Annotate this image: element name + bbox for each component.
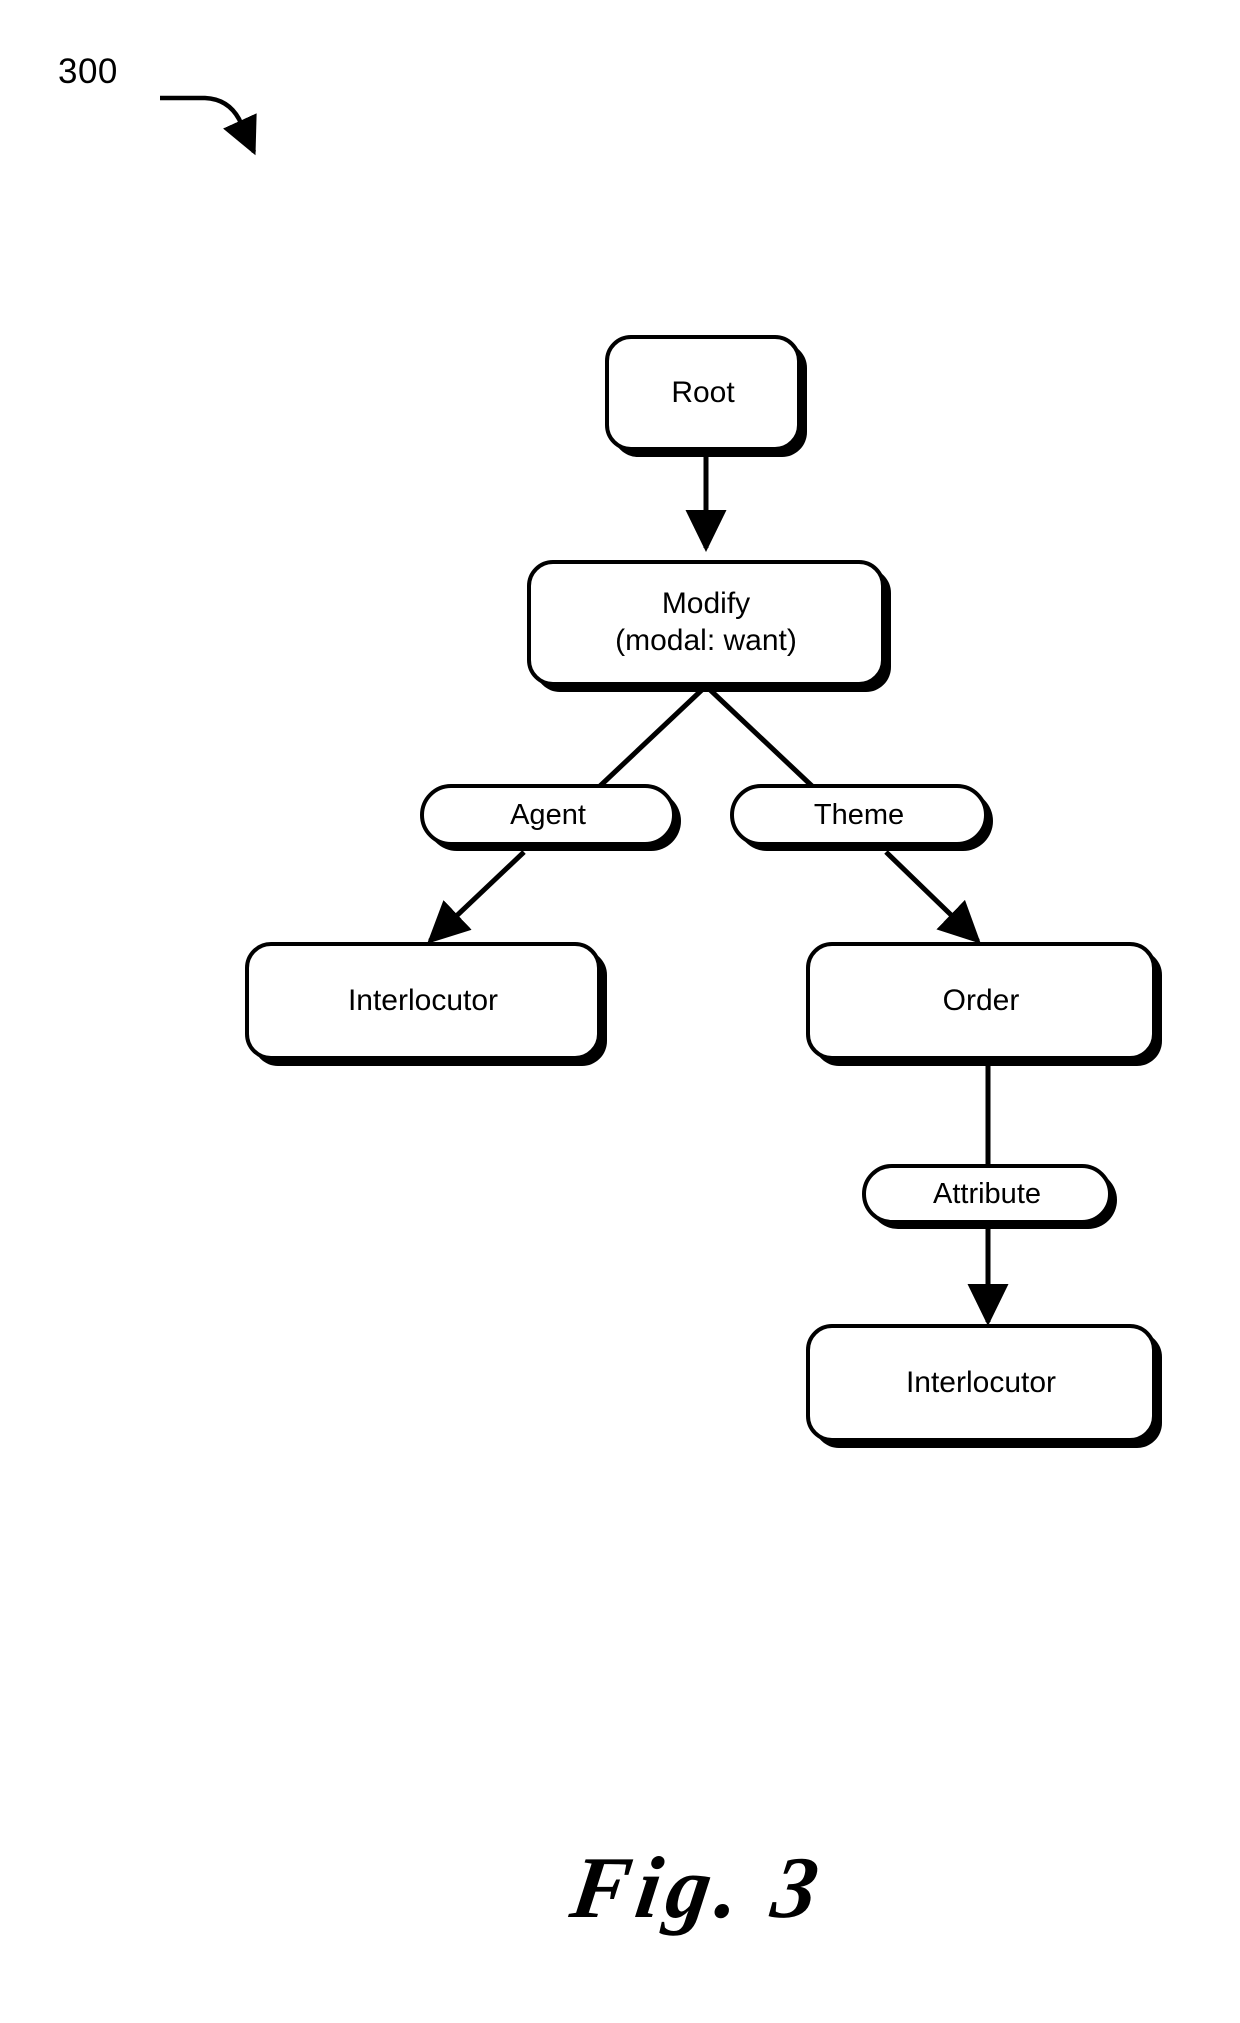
node-interlocutor-attribute-label: Interlocutor — [905, 1366, 1057, 1399]
node-root[interactable]: Root — [605, 335, 801, 451]
edge-agent-to-interlocutor — [427, 850, 526, 944]
node-modify-label-line2: (modal: want) — [615, 624, 797, 657]
node-modify[interactable]: Modify (modal: want) — [527, 560, 885, 686]
node-theme[interactable]: Theme — [730, 784, 988, 846]
node-order[interactable]: Order — [806, 942, 1156, 1060]
node-root-label: Root — [671, 376, 735, 409]
node-interlocutor-agent[interactable]: Interlocutor — [245, 942, 601, 1060]
node-agent[interactable]: Agent — [420, 784, 676, 846]
node-interlocutor-agent-label: Interlocutor — [347, 984, 499, 1017]
reference-leader-line — [160, 95, 257, 156]
edge-theme-to-order — [884, 850, 981, 944]
figure-reference-numeral: 300 — [58, 52, 118, 91]
edge-modify-to-theme — [704, 684, 814, 788]
node-agent-label: Agent — [510, 798, 586, 831]
node-attribute-label: Attribute — [933, 1177, 1041, 1210]
node-attribute[interactable]: Attribute — [862, 1164, 1112, 1224]
node-order-label: Order — [942, 984, 1020, 1017]
figure-caption: Fig. 3 — [565, 1840, 830, 1937]
edge-modify-to-agent — [598, 684, 708, 788]
node-theme-label: Theme — [813, 798, 905, 831]
node-modify-label-line1: Modify — [661, 587, 751, 621]
node-interlocutor-attribute[interactable]: Interlocutor — [806, 1324, 1156, 1442]
